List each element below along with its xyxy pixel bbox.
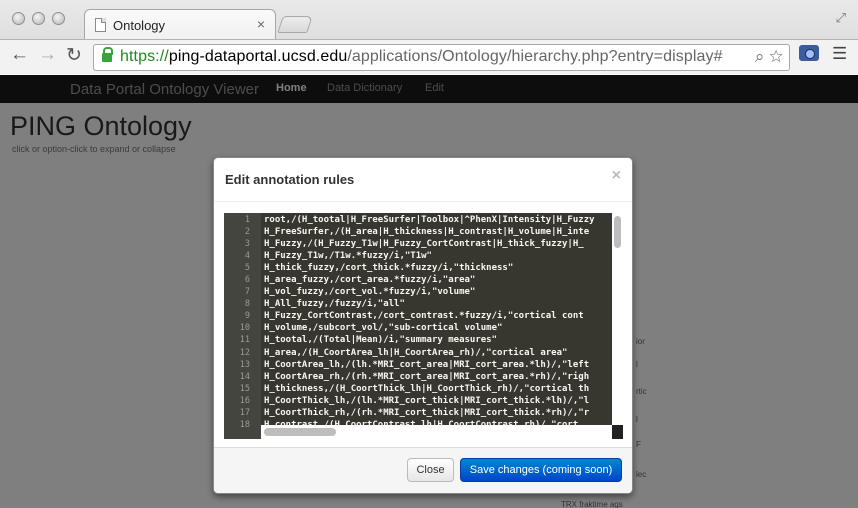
- camera-extension-icon[interactable]: [799, 45, 819, 61]
- line-number: 9: [244, 311, 250, 322]
- page-icon: [95, 18, 106, 32]
- scrollbar-corner: [612, 425, 623, 439]
- code-text: H_Fuzzy,/(H_Fuzzy_T1w|H_Fuzzy_CortContra…: [264, 239, 584, 250]
- lock-icon: [102, 47, 113, 62]
- line-number: 7: [244, 287, 250, 298]
- modal-footer: Close Save changes (coming soon): [214, 447, 632, 493]
- line-number: 17: [239, 407, 250, 418]
- line-number: 11: [239, 335, 250, 346]
- back-arrow-icon[interactable]: ←: [10, 44, 29, 66]
- fullscreen-icon[interactable]: ⤢: [836, 10, 846, 26]
- code-text: H_CoortArea_lh,/(lh.*MRI_cort_area|MRI_c…: [264, 359, 590, 370]
- code-line[interactable]: 16 H_CoortThick_lh,/(lh.*MRI_cort_thick|M…: [224, 395, 612, 407]
- close-button[interactable]: Close: [407, 458, 454, 482]
- code-line[interactable]: 1 root,/(H_tootal|H_FreeSurfer|Toolbox|^P…: [224, 214, 612, 226]
- vertical-scrollbar[interactable]: [612, 213, 623, 425]
- code-editor[interactable]: 1 root,/(H_tootal|H_FreeSurfer|Toolbox|^P…: [224, 213, 623, 439]
- code-text: H_volume,/subcort_vol/,"sub-cortical vol…: [264, 323, 503, 334]
- line-number: 18: [239, 419, 250, 430]
- search-icon[interactable]: ⌕: [755, 47, 765, 66]
- window-close-button[interactable]: [12, 12, 25, 25]
- address-bar[interactable]: https://ping-dataportal.ucsd.edu/applica…: [93, 44, 790, 71]
- code-text: H_area,/(H_CoortArea_lh|H_CoortArea_rh)/…: [264, 347, 568, 358]
- code-text: H_Fuzzy_T1w,/T1w.*fuzzy/i,"T1w": [264, 251, 432, 262]
- browser-tab[interactable]: Ontology ×: [84, 9, 276, 39]
- vertical-scroll-thumb[interactable]: [614, 216, 621, 248]
- code-text: H_Fuzzy_CortContrast,/cort_contrast.*fuz…: [264, 311, 584, 322]
- line-number: 15: [239, 383, 250, 394]
- bookmark-star-icon[interactable]: ☆: [769, 47, 783, 66]
- forward-arrow-icon[interactable]: →: [38, 44, 57, 66]
- line-number: 8: [244, 299, 250, 310]
- line-number: 13: [239, 359, 250, 370]
- reload-icon[interactable]: ↻: [66, 44, 82, 67]
- browser-chrome: Ontology × ⤢ ← → ↻ https://ping-dataport…: [0, 0, 858, 74]
- line-number: 12: [239, 347, 250, 358]
- window-zoom-button[interactable]: [52, 12, 65, 25]
- line-number: 4: [244, 251, 250, 262]
- code-line[interactable]: 7 H_vol_fuzzy,/cort_vol.*fuzzy/i,"volume": [224, 286, 612, 298]
- code-line[interactable]: 11 H_tootal,/(Total|Mean)/i,"summary meas…: [224, 334, 612, 346]
- code-text: H_CoortArea_rh,/(rh.*MRI_cort_area|MRI_c…: [264, 371, 590, 382]
- horizontal-scrollbar[interactable]: [261, 425, 612, 439]
- modal-header: Edit annotation rules ×: [214, 158, 632, 202]
- line-number: 3: [244, 239, 250, 250]
- code-line[interactable]: 8 H_All_fuzzy,/fuzzy/i,"all": [224, 298, 612, 310]
- code-line[interactable]: 12 H_area,/(H_CoortArea_lh|H_CoortArea_rh…: [224, 347, 612, 359]
- tab-close-icon[interactable]: ×: [257, 16, 265, 32]
- code-text: H_tootal,/(Total|Mean)/i,"summary measur…: [264, 335, 497, 346]
- line-number: 1: [244, 215, 250, 225]
- save-changes-button[interactable]: Save changes (coming soon): [460, 458, 622, 482]
- code-text: H_thickness,/(H_CoortThick_lh|H_CoortThi…: [264, 383, 590, 394]
- code-line[interactable]: 5 H_thick_fuzzy,/cort_thick.*fuzzy/i,"thi…: [224, 262, 612, 274]
- code-text: H_All_fuzzy,/fuzzy/i,"all": [264, 299, 405, 310]
- code-line[interactable]: 10 H_volume,/subcort_vol/,"sub-cortical v…: [224, 322, 612, 334]
- edit-rules-modal: Edit annotation rules × 1 root,/(H_tootal…: [213, 157, 633, 494]
- code-line[interactable]: 9 H_Fuzzy_CortContrast,/cort_contrast.*fu…: [224, 310, 612, 322]
- modal-close-icon[interactable]: ×: [612, 167, 621, 185]
- code-line[interactable]: 17 H_CoortThick_rh,/(rh.*MRI_cort_thick|M…: [224, 407, 612, 419]
- tab-title: Ontology: [113, 18, 166, 33]
- code-lines: 1 root,/(H_tootal|H_FreeSurfer|Toolbox|^P…: [224, 214, 612, 431]
- line-number: 10: [239, 323, 250, 334]
- hamburger-menu-icon[interactable]: ☰: [832, 44, 847, 64]
- line-number: 16: [239, 395, 250, 406]
- code-text: root,/(H_tootal|H_FreeSurfer|Toolbox|^Ph…: [264, 215, 595, 225]
- modal-title: Edit annotation rules: [225, 172, 355, 187]
- horizontal-scroll-thumb[interactable]: [264, 428, 336, 436]
- code-line[interactable]: 13 H_CoortArea_lh,/(lh.*MRI_cort_area|MRI…: [224, 359, 612, 371]
- new-tab-button[interactable]: [277, 16, 313, 33]
- code-line[interactable]: 15 H_thickness,/(H_CoortThick_lh|H_CoortT…: [224, 383, 612, 395]
- window-minimize-button[interactable]: [32, 12, 45, 25]
- code-text: H_thick_fuzzy,/cort_thick.*fuzzy/i,"thic…: [264, 263, 514, 274]
- code-text: H_area_fuzzy,/cort_area.*fuzzy/i,"area": [264, 275, 476, 286]
- code-line[interactable]: 6 H_area_fuzzy,/cort_area.*fuzzy/i,"area": [224, 274, 612, 286]
- code-line[interactable]: 14 H_CoortArea_rh,/(rh.*MRI_cort_area|MRI…: [224, 371, 612, 383]
- url-text: https://ping-dataportal.ucsd.edu/applica…: [120, 48, 723, 65]
- code-line[interactable]: 4 H_Fuzzy_T1w,/T1w.*fuzzy/i,"T1w": [224, 250, 612, 262]
- code-text: H_vol_fuzzy,/cort_vol.*fuzzy/i,"volume": [264, 287, 476, 298]
- code-text: H_CoortThick_rh,/(rh.*MRI_cort_thick|MRI…: [264, 407, 590, 418]
- code-text: H_FreeSurfer,/(H_area|H_thickness|H_cont…: [264, 227, 590, 238]
- browser-toolbar: ← → ↻ https://ping-dataportal.ucsd.edu/a…: [0, 39, 858, 74]
- line-number: 5: [244, 263, 250, 274]
- line-number: 2: [244, 227, 250, 238]
- code-line[interactable]: 2 H_FreeSurfer,/(H_area|H_thickness|H_con…: [224, 226, 612, 238]
- line-number: 6: [244, 275, 250, 286]
- omnibox-icons: ⌕ ☆: [755, 47, 783, 67]
- line-number: 14: [239, 371, 250, 382]
- code-line[interactable]: 3 H_Fuzzy,/(H_Fuzzy_T1w|H_Fuzzy_CortContr…: [224, 238, 612, 250]
- code-text: H_CoortThick_lh,/(lh.*MRI_cort_thick|MRI…: [264, 395, 590, 406]
